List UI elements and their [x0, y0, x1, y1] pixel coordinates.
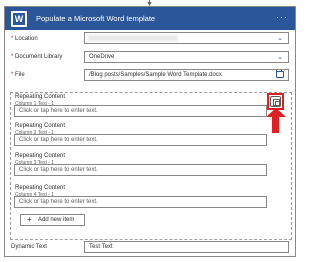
repeating-label-3: Repeating Content: [15, 153, 66, 159]
repeating-label-2: Repeating Content: [15, 123, 66, 129]
repeating-label-4: Repeating Content: [15, 185, 66, 191]
card-title: Populate a Microsoft Word template: [36, 14, 156, 23]
more-options-icon[interactable]: ···: [276, 13, 288, 22]
chevron-down-icon[interactable]: ⌄: [277, 53, 283, 62]
repeating-input-2[interactable]: Click or tap here to enter text.: [14, 134, 267, 146]
location-value-redacted: [88, 35, 178, 41]
chevron-down-icon[interactable]: ⌄: [277, 34, 283, 43]
repeating-input-1[interactable]: Click or tap here to enter text.: [14, 105, 267, 117]
action-card: W Populate a Microsoft Word template ···…: [4, 6, 296, 257]
repeating-content-group: Repeating Content Column 1 Text - 1 Clic…: [10, 92, 292, 240]
repeating-label-1: Repeating Content: [15, 94, 66, 100]
card-header[interactable]: W Populate a Microsoft Word template ···: [5, 7, 295, 30]
file-input[interactable]: /Blog posts/Samples/Sample Word Template…: [84, 69, 289, 81]
annotation-arrow-stem: [272, 115, 279, 133]
location-label: * Location: [11, 36, 38, 42]
document-library-dropdown[interactable]: OneDrive ⌄: [84, 51, 289, 63]
plus-icon: +: [27, 215, 32, 224]
dynamic-text-input[interactable]: Test Text: [84, 241, 289, 253]
document-library-label: * Document Library: [11, 54, 63, 60]
repeating-input-3[interactable]: Click or tap here to enter text.: [14, 164, 267, 176]
word-icon: W: [11, 10, 27, 27]
location-dropdown[interactable]: ⌄: [84, 32, 289, 44]
repeating-input-4[interactable]: Click or tap here to enter text.: [14, 196, 267, 208]
dynamic-text-label: Dynamic Text: [11, 244, 47, 250]
add-new-item-button[interactable]: + Add new item: [20, 214, 85, 226]
folder-icon[interactable]: [276, 70, 284, 78]
file-label: * File: [11, 72, 25, 78]
